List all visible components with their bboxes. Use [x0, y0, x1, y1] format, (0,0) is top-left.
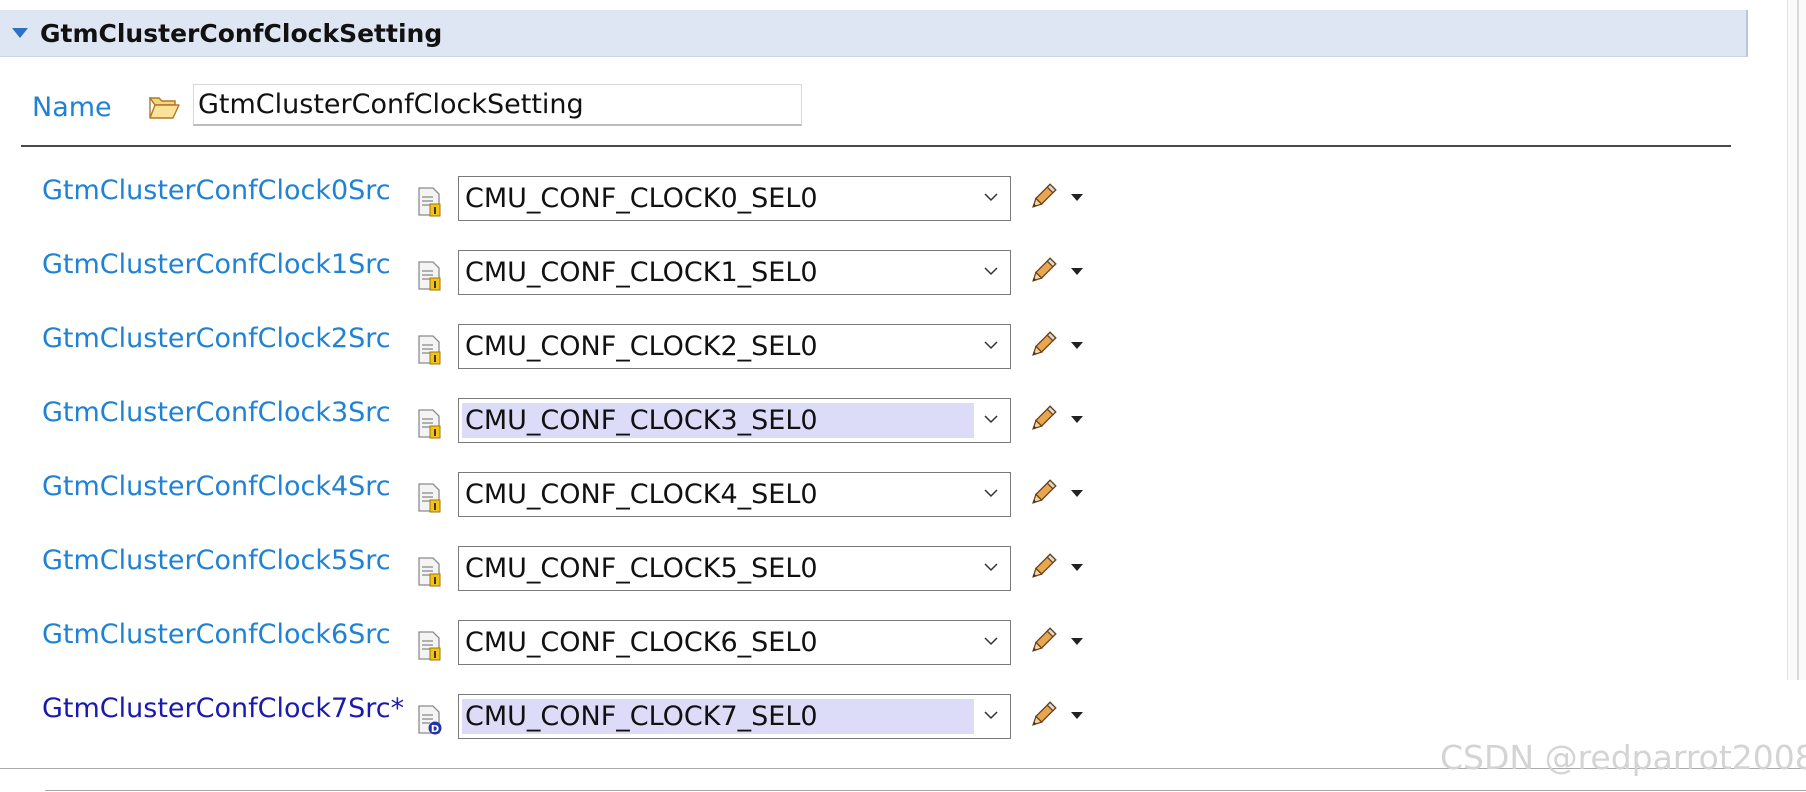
- param-label: GtmClusterConfClock2Src: [42, 323, 391, 354]
- param-value-dropdown[interactable]: CMU_CONF_CLOCK1_SEL0: [458, 250, 1011, 295]
- name-field[interactable]: [193, 84, 802, 126]
- param-value-dropdown[interactable]: CMU_CONF_CLOCK3_SEL0: [458, 398, 1011, 443]
- svg-text:I: I: [433, 206, 437, 217]
- param-value-dropdown[interactable]: CMU_CONF_CLOCK0_SEL0: [458, 176, 1011, 221]
- param-label: GtmClusterConfClock3Src: [42, 397, 391, 428]
- section-title: GtmClusterConfClockSetting: [40, 19, 443, 48]
- chevron-down-icon: [984, 563, 998, 572]
- doc-info-icon: I: [418, 335, 441, 365]
- param-label: GtmClusterConfClock0Src: [42, 175, 391, 206]
- doc-default-icon: D: [418, 705, 442, 735]
- chevron-down-icon: [984, 193, 998, 202]
- param-row: GtmClusterConfClock0Src I CMU_CONF_CLOCK…: [0, 175, 1120, 222]
- doc-info-icon: I: [418, 409, 441, 439]
- chevron-down-icon: [984, 489, 998, 498]
- dropdown-value: CMU_CONF_CLOCK7_SEL0: [462, 699, 974, 734]
- svg-text:I: I: [433, 354, 437, 365]
- param-label: GtmClusterConfClock6Src: [42, 619, 391, 650]
- name-label: Name: [32, 92, 112, 123]
- options-menu-arrow-icon[interactable]: [1071, 194, 1083, 201]
- edit-pencil-icon[interactable]: [1028, 256, 1058, 286]
- options-menu-arrow-icon[interactable]: [1071, 638, 1083, 645]
- param-value-dropdown[interactable]: CMU_CONF_CLOCK6_SEL0: [458, 620, 1011, 665]
- chevron-down-icon: [984, 415, 998, 424]
- edit-pencil-icon[interactable]: [1028, 478, 1058, 508]
- param-row: GtmClusterConfClock4Src I CMU_CONF_CLOCK…: [0, 471, 1120, 518]
- param-row: GtmClusterConfClock1Src I CMU_CONF_CLOCK…: [0, 249, 1120, 296]
- folder-open-icon: [148, 97, 180, 119]
- param-row: GtmClusterConfClock7Src* D CMU_CONF_CLOC…: [0, 693, 1120, 740]
- dropdown-value: CMU_CONF_CLOCK3_SEL0: [462, 403, 974, 438]
- chevron-down-icon: [984, 341, 998, 350]
- edit-pencil-icon[interactable]: [1028, 552, 1058, 582]
- section-header: GtmClusterConfClockSetting: [0, 10, 1748, 57]
- dropdown-value: CMU_CONF_CLOCK5_SEL0: [465, 553, 818, 584]
- svg-text:I: I: [433, 576, 437, 587]
- edit-pencil-icon[interactable]: [1028, 626, 1058, 656]
- dropdown-value: CMU_CONF_CLOCK6_SEL0: [465, 627, 818, 658]
- options-menu-arrow-icon[interactable]: [1071, 268, 1083, 275]
- param-row: GtmClusterConfClock3Src I CMU_CONF_CLOCK…: [0, 397, 1120, 444]
- vertical-scrollbar[interactable]: [1787, 0, 1806, 680]
- svg-text:D: D: [431, 724, 439, 735]
- edit-pencil-icon[interactable]: [1028, 700, 1058, 730]
- options-menu-arrow-icon[interactable]: [1071, 342, 1083, 349]
- svg-text:I: I: [433, 650, 437, 661]
- param-label: GtmClusterConfClock1Src: [42, 249, 391, 280]
- param-row: GtmClusterConfClock6Src I CMU_CONF_CLOCK…: [0, 619, 1120, 666]
- chevron-down-icon: [984, 711, 998, 720]
- dropdown-value: CMU_CONF_CLOCK2_SEL0: [465, 331, 818, 362]
- collapse-toggle-icon[interactable]: [12, 28, 28, 38]
- param-value-dropdown[interactable]: CMU_CONF_CLOCK4_SEL0: [458, 472, 1011, 517]
- dropdown-value: CMU_CONF_CLOCK1_SEL0: [465, 257, 818, 288]
- edit-pencil-icon[interactable]: [1028, 404, 1058, 434]
- doc-info-icon: I: [418, 187, 441, 217]
- param-label: GtmClusterConfClock7Src*: [42, 693, 405, 724]
- param-label: GtmClusterConfClock4Src: [42, 471, 391, 502]
- svg-text:I: I: [433, 428, 437, 439]
- svg-text:I: I: [433, 280, 437, 291]
- watermark: CSDN @redparrot2008: [1440, 738, 1806, 777]
- panel-bottom-border-2: [45, 790, 1806, 791]
- doc-info-icon: I: [418, 631, 441, 661]
- edit-pencil-icon[interactable]: [1028, 330, 1058, 360]
- chevron-down-icon: [984, 637, 998, 646]
- dropdown-value: CMU_CONF_CLOCK4_SEL0: [465, 479, 818, 510]
- param-row: GtmClusterConfClock2Src I CMU_CONF_CLOCK…: [0, 323, 1120, 370]
- param-value-dropdown[interactable]: CMU_CONF_CLOCK5_SEL0: [458, 546, 1011, 591]
- param-value-dropdown[interactable]: CMU_CONF_CLOCK2_SEL0: [458, 324, 1011, 369]
- dropdown-value: CMU_CONF_CLOCK0_SEL0: [465, 183, 818, 214]
- options-menu-arrow-icon[interactable]: [1071, 712, 1083, 719]
- doc-info-icon: I: [418, 261, 441, 291]
- param-row: GtmClusterConfClock5Src I CMU_CONF_CLOCK…: [0, 545, 1120, 592]
- doc-info-icon: I: [418, 557, 441, 587]
- chevron-down-icon: [984, 267, 998, 276]
- param-value-dropdown[interactable]: CMU_CONF_CLOCK7_SEL0: [458, 694, 1011, 739]
- svg-text:I: I: [433, 502, 437, 513]
- edit-pencil-icon[interactable]: [1028, 182, 1058, 212]
- options-menu-arrow-icon[interactable]: [1071, 564, 1083, 571]
- doc-info-icon: I: [418, 483, 441, 513]
- param-label: GtmClusterConfClock5Src: [42, 545, 391, 576]
- options-menu-arrow-icon[interactable]: [1071, 416, 1083, 423]
- options-menu-arrow-icon[interactable]: [1071, 490, 1083, 497]
- name-divider: [21, 145, 1731, 147]
